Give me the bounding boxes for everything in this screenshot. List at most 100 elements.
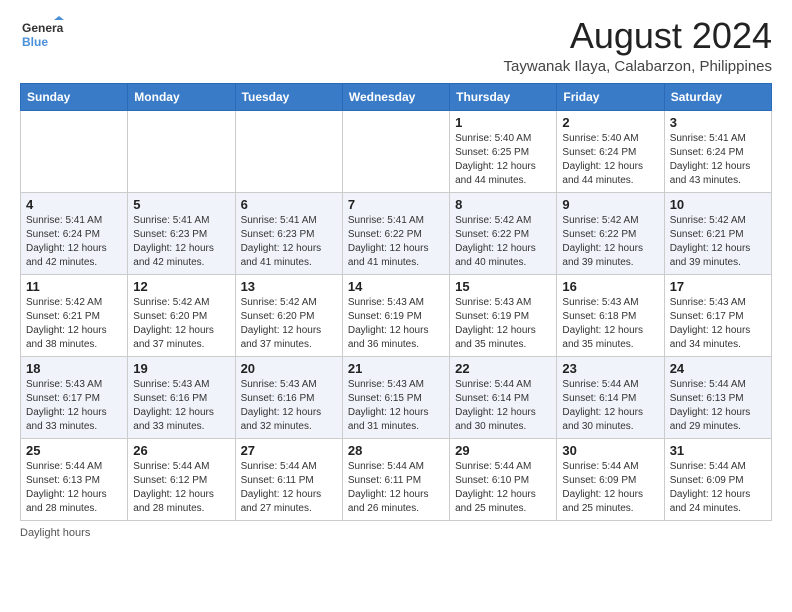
calendar-cell [342,110,449,192]
calendar-cell: 3 Sunrise: 5:41 AMSunset: 6:24 PMDaylight… [664,110,771,192]
day-info: Sunrise: 5:43 AMSunset: 6:19 PMDaylight:… [348,296,444,352]
day-number: 8 [455,197,551,212]
day-info: Sunrise: 5:42 AMSunset: 6:22 PMDaylight:… [562,214,658,270]
page-title: August 2024 [504,16,772,56]
day-info: Sunrise: 5:43 AMSunset: 6:16 PMDaylight:… [133,378,229,434]
calendar-cell: 19Sunrise: 5:43 AMSunset: 6:16 PMDayligh… [128,356,235,438]
calendar-cell: 20Sunrise: 5:43 AMSunset: 6:16 PMDayligh… [235,356,342,438]
day-info: Sunrise: 5:44 AMSunset: 6:10 PMDaylight:… [455,460,551,516]
day-number: 2 [562,115,658,130]
day-info: Sunrise: 5:41 AMSunset: 6:24 PMDaylight:… [670,132,766,188]
logo: General Blue [20,16,64,60]
day-info: Sunrise: 5:44 AMSunset: 6:14 PMDaylight:… [562,378,658,434]
day-number: 24 [670,361,766,376]
day-header-saturday: Saturday [664,83,771,110]
day-info: Sunrise: 5:43 AMSunset: 6:19 PMDaylight:… [455,296,551,352]
calendar-cell: 24 Sunrise: 5:44 AMSunset: 6:13 PMDayligh… [664,356,771,438]
day-number: 23 [562,361,658,376]
day-header-wednesday: Wednesday [342,83,449,110]
calendar-cell: 9 Sunrise: 5:42 AMSunset: 6:22 PMDaylight… [557,192,664,274]
calendar-week-1: 1 Sunrise: 5:40 AMSunset: 6:25 PMDaylight… [21,110,772,192]
day-header-thursday: Thursday [450,83,557,110]
day-number: 22 [455,361,551,376]
day-info: Sunrise: 5:44 AMSunset: 6:11 PMDaylight:… [241,460,337,516]
calendar-cell: 5 Sunrise: 5:41 AMSunset: 6:23 PMDaylight… [128,192,235,274]
day-info: Sunrise: 5:42 AMSunset: 6:20 PMDaylight:… [133,296,229,352]
day-number: 29 [455,443,551,458]
calendar-cell: 12Sunrise: 5:42 AMSunset: 6:20 PMDayligh… [128,274,235,356]
calendar-cell: 15 Sunrise: 5:43 AMSunset: 6:19 PMDayligh… [450,274,557,356]
svg-text:Blue: Blue [22,35,48,49]
day-info: Sunrise: 5:44 AMSunset: 6:11 PMDaylight:… [348,460,444,516]
calendar-cell: 8 Sunrise: 5:42 AMSunset: 6:22 PMDaylight… [450,192,557,274]
footer-note: Daylight hours [20,527,772,539]
day-info: Sunrise: 5:44 AMSunset: 6:09 PMDaylight:… [670,460,766,516]
day-header-sunday: Sunday [21,83,128,110]
day-info: Sunrise: 5:44 AMSunset: 6:14 PMDaylight:… [455,378,551,434]
day-number: 9 [562,197,658,212]
day-number: 7 [348,197,444,212]
day-number: 18 [26,361,122,376]
day-number: 28 [348,443,444,458]
calendar-cell: 25Sunrise: 5:44 AMSunset: 6:13 PMDayligh… [21,438,128,520]
day-info: Sunrise: 5:41 AMSunset: 6:23 PMDaylight:… [133,214,229,270]
day-info: Sunrise: 5:42 AMSunset: 6:22 PMDaylight:… [455,214,551,270]
day-number: 30 [562,443,658,458]
day-info: Sunrise: 5:41 AMSunset: 6:24 PMDaylight:… [26,214,122,270]
day-number: 10 [670,197,766,212]
calendar-cell: 18Sunrise: 5:43 AMSunset: 6:17 PMDayligh… [21,356,128,438]
calendar-week-2: 4 Sunrise: 5:41 AMSunset: 6:24 PMDaylight… [21,192,772,274]
calendar-table: SundayMondayTuesdayWednesdayThursdayFrid… [20,83,772,521]
day-number: 27 [241,443,337,458]
calendar-cell: 17 Sunrise: 5:43 AMSunset: 6:17 PMDayligh… [664,274,771,356]
day-header-tuesday: Tuesday [235,83,342,110]
calendar-cell: 28 Sunrise: 5:44 AMSunset: 6:11 PMDayligh… [342,438,449,520]
page-subtitle: Taywanak Ilaya, Calabarzon, Philippines [504,58,772,75]
day-number: 4 [26,197,122,212]
day-number: 1 [455,115,551,130]
day-number: 15 [455,279,551,294]
days-header-row: SundayMondayTuesdayWednesdayThursdayFrid… [21,83,772,110]
day-number: 14 [348,279,444,294]
day-info: Sunrise: 5:44 AMSunset: 6:12 PMDaylight:… [133,460,229,516]
calendar-cell: 2 Sunrise: 5:40 AMSunset: 6:24 PMDaylight… [557,110,664,192]
day-number: 25 [26,443,122,458]
day-number: 26 [133,443,229,458]
day-info: Sunrise: 5:40 AMSunset: 6:24 PMDaylight:… [562,132,658,188]
day-number: 21 [348,361,444,376]
day-info: Sunrise: 5:42 AMSunset: 6:20 PMDaylight:… [241,296,337,352]
calendar-cell: 21 Sunrise: 5:43 AMSunset: 6:15 PMDayligh… [342,356,449,438]
calendar-cell: 6 Sunrise: 5:41 AMSunset: 6:23 PMDaylight… [235,192,342,274]
calendar-cell: 27 Sunrise: 5:44 AMSunset: 6:11 PMDayligh… [235,438,342,520]
calendar-cell: 22 Sunrise: 5:44 AMSunset: 6:14 PMDayligh… [450,356,557,438]
calendar-cell: 30Sunrise: 5:44 AMSunset: 6:09 PMDayligh… [557,438,664,520]
calendar-cell [128,110,235,192]
svg-text:General: General [22,21,64,35]
calendar-cell: 26 Sunrise: 5:44 AMSunset: 6:12 PMDayligh… [128,438,235,520]
calendar-cell: 29 Sunrise: 5:44 AMSunset: 6:10 PMDayligh… [450,438,557,520]
calendar-header: SundayMondayTuesdayWednesdayThursdayFrid… [21,83,772,110]
day-number: 3 [670,115,766,130]
day-number: 17 [670,279,766,294]
day-info: Sunrise: 5:43 AMSunset: 6:15 PMDaylight:… [348,378,444,434]
calendar-week-4: 18Sunrise: 5:43 AMSunset: 6:17 PMDayligh… [21,356,772,438]
day-info: Sunrise: 5:44 AMSunset: 6:13 PMDaylight:… [670,378,766,434]
day-number: 5 [133,197,229,212]
day-header-monday: Monday [128,83,235,110]
calendar-week-5: 25Sunrise: 5:44 AMSunset: 6:13 PMDayligh… [21,438,772,520]
calendar-cell: 16Sunrise: 5:43 AMSunset: 6:18 PMDayligh… [557,274,664,356]
calendar-cell: 1 Sunrise: 5:40 AMSunset: 6:25 PMDaylight… [450,110,557,192]
day-info: Sunrise: 5:41 AMSunset: 6:22 PMDaylight:… [348,214,444,270]
day-info: Sunrise: 5:43 AMSunset: 6:17 PMDaylight:… [670,296,766,352]
calendar-cell: 10Sunrise: 5:42 AMSunset: 6:21 PMDayligh… [664,192,771,274]
calendar-cell: 4 Sunrise: 5:41 AMSunset: 6:24 PMDaylight… [21,192,128,274]
day-info: Sunrise: 5:43 AMSunset: 6:16 PMDaylight:… [241,378,337,434]
day-info: Sunrise: 5:40 AMSunset: 6:25 PMDaylight:… [455,132,551,188]
calendar-cell: 7 Sunrise: 5:41 AMSunset: 6:22 PMDaylight… [342,192,449,274]
day-info: Sunrise: 5:41 AMSunset: 6:23 PMDaylight:… [241,214,337,270]
day-number: 6 [241,197,337,212]
calendar-week-3: 11Sunrise: 5:42 AMSunset: 6:21 PMDayligh… [21,274,772,356]
day-info: Sunrise: 5:43 AMSunset: 6:18 PMDaylight:… [562,296,658,352]
logo-svg: General Blue [20,16,64,60]
calendar-cell: 14 Sunrise: 5:43 AMSunset: 6:19 PMDayligh… [342,274,449,356]
